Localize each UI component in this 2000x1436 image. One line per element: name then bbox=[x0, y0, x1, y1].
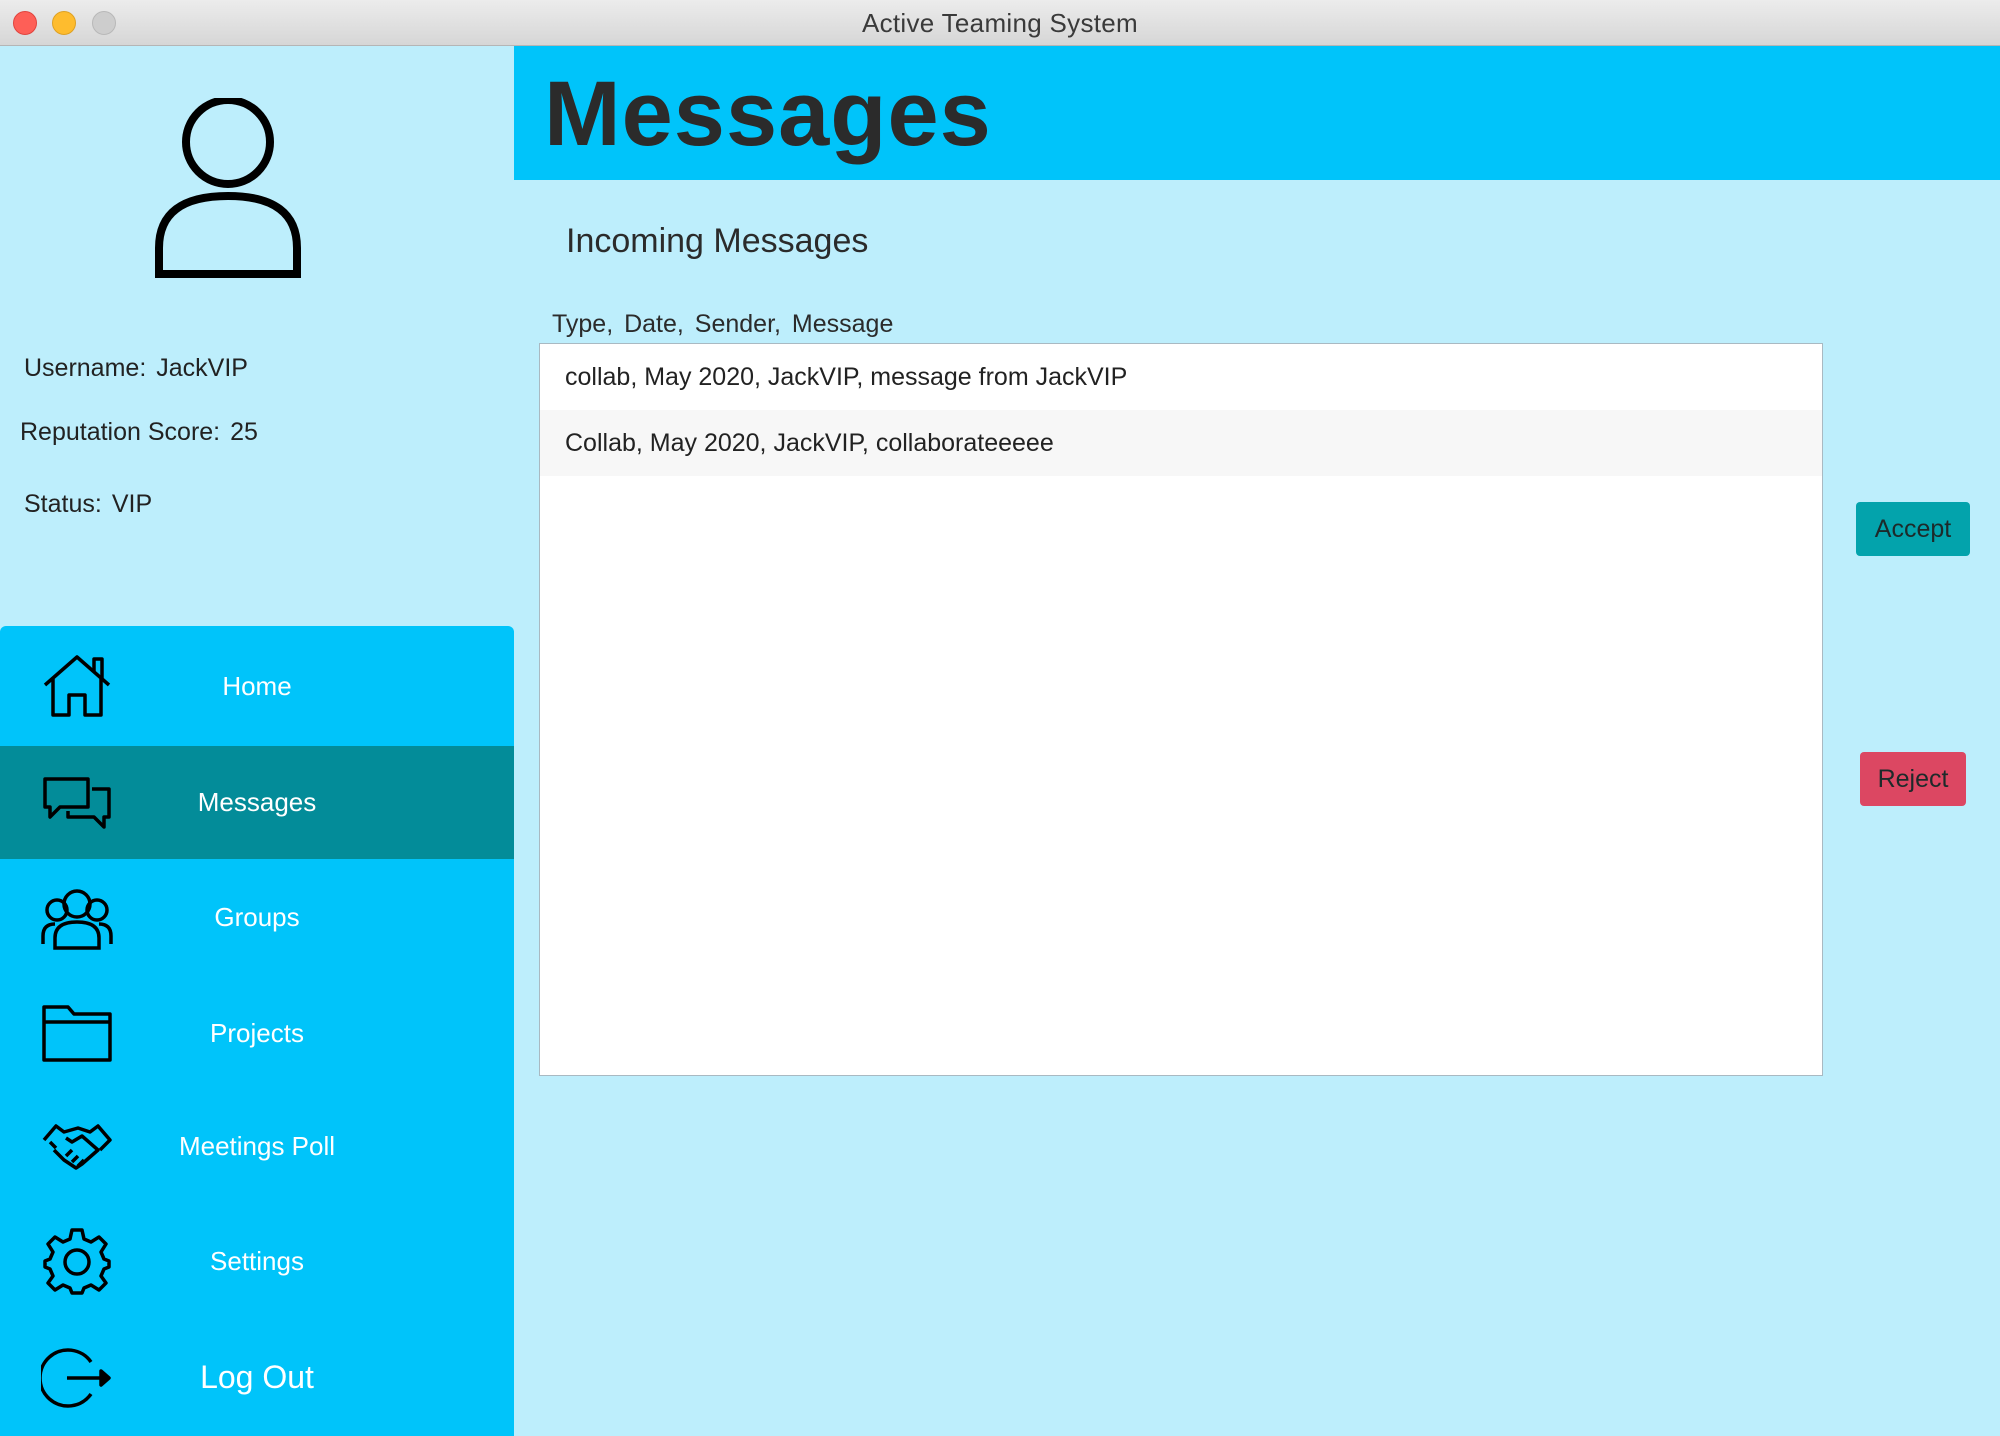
list-item[interactable]: Collab, May 2020, JackVIP, collaborateee… bbox=[540, 410, 1822, 476]
nav-item-settings[interactable]: Settings bbox=[0, 1203, 514, 1319]
messages-column-header: Type, Date, Sender, Message bbox=[552, 310, 894, 338]
accept-button[interactable]: Accept bbox=[1856, 502, 1970, 556]
reject-button[interactable]: Reject bbox=[1860, 752, 1966, 806]
status-label: Status: bbox=[24, 490, 102, 518]
window-titlebar: Active Teaming System bbox=[0, 0, 2000, 46]
profile-panel: Username: JackVIP Reputation Score: 25 Sta… bbox=[0, 46, 514, 626]
nav-item-home[interactable]: Home bbox=[0, 626, 514, 746]
nav-label-home: Home bbox=[222, 670, 292, 701]
status-value: VIP bbox=[111, 490, 153, 518]
username-line: Username: JackVIP bbox=[24, 354, 248, 383]
list-item[interactable]: collab, May 2020, JackVIP, message from … bbox=[540, 344, 1822, 410]
nav-item-meetings-poll[interactable]: Meetings Poll bbox=[0, 1090, 514, 1203]
reputation-value: 25 bbox=[230, 418, 258, 446]
messages-list[interactable]: collab, May 2020, JackVIP, message from … bbox=[539, 343, 1823, 1076]
nav-item-messages[interactable]: Messages bbox=[0, 746, 514, 859]
reputation-label: Reputation Score: bbox=[20, 418, 221, 446]
username-label: Username: bbox=[24, 354, 147, 382]
nav-label-messages: Messages bbox=[197, 787, 317, 817]
nav-item-logout[interactable]: Log Out bbox=[0, 1319, 514, 1436]
nav-label-logout: Log Out bbox=[200, 1359, 314, 1395]
nav-label-meetings-poll: Meetings Poll bbox=[178, 1131, 336, 1161]
page-header: Messages bbox=[514, 46, 2000, 180]
nav-item-groups[interactable]: Groups bbox=[0, 859, 514, 976]
sidebar-nav: Home Messages Groups Projects Meetings P… bbox=[0, 626, 514, 1436]
status-line: Status: VIP bbox=[24, 490, 152, 519]
nav-item-projects[interactable]: Projects bbox=[0, 976, 514, 1090]
page-title: Messages bbox=[544, 63, 992, 165]
window-title: Active Teaming System bbox=[861, 8, 1139, 38]
username-value: JackVIP bbox=[156, 354, 248, 382]
nav-label-settings: Settings bbox=[210, 1245, 304, 1276]
nav-label-groups: Groups bbox=[214, 902, 300, 932]
user-avatar-icon bbox=[155, 98, 301, 278]
reputation-line: Reputation Score: 25 bbox=[20, 418, 258, 447]
incoming-messages-title: Incoming Messages bbox=[566, 222, 869, 260]
nav-label-projects: Projects bbox=[210, 1017, 304, 1048]
